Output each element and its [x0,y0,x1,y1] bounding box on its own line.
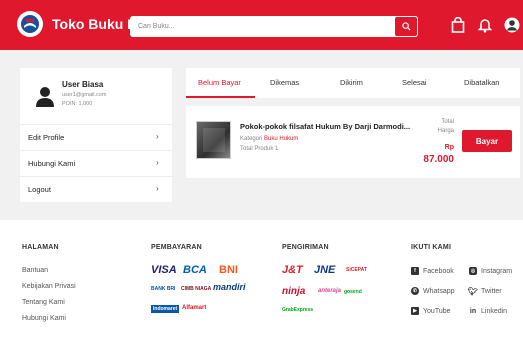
footer-link-hubungi-kami[interactable]: Hubungi Kami [22,315,66,322]
footer-link-bantuan[interactable]: Bantuan [22,267,48,274]
footer-heading-pembayaran: PEMBAYARAN [151,244,202,251]
facebook-icon: f [411,267,419,275]
tab-dikirim[interactable]: Dikirim [340,78,363,87]
linkedin-icon: in [469,307,477,315]
search-input[interactable] [138,19,378,34]
user-name: User Biasa [62,80,104,89]
menu-item-label: Hubungi Kami [28,159,76,168]
jne-logo: JNE [314,264,336,276]
tab-dikemas[interactable]: Dikemas [270,78,299,87]
profile-card: User Biasa user1@gmail.com POIN: 1,000 E… [20,68,172,202]
bri-logo: BANK BRI [151,286,176,292]
mandiri-logo: mandiri [213,282,246,292]
store-logo[interactable] [17,11,43,37]
menu-item-logout[interactable]: Logout › [20,176,172,202]
menu-item-edit-profile[interactable]: Edit Profile › [20,124,172,150]
total-label-line2: Harga [437,128,454,134]
pay-button[interactable]: Bayar [462,130,512,152]
product-category: Kategori Buku Hukum [240,136,298,142]
total-price: 87.000 [423,154,454,165]
jnt-logo: J&T [282,264,303,276]
menu-item-label: Logout [28,185,51,194]
product-quantity: Total Produk 1 [240,146,279,152]
social-label: Whatsapp [423,287,455,295]
twitter-icon: 🐦︎ [467,286,479,296]
visa-logo: VISA [151,264,177,276]
active-tab-indicator [186,96,255,98]
order-card: Pokok-pokok filsafat Hukum By Darji Darm… [186,106,520,178]
youtube-icon: ▶ [411,307,419,315]
avatar [35,86,55,108]
footer-link-tentang-kami[interactable]: Tentang Kami [22,299,65,306]
social-label: Linkedin [481,307,508,315]
footer: HALAMAN Bantuan Kebijakan Privasi Tentan… [0,220,523,338]
tab-dibatalkan[interactable]: Dibatalkan [464,78,499,87]
product-title[interactable]: Pokok-pokok filsafat Hukum By Darji Darm… [240,122,410,131]
top-header: Toko Buku Budi [0,0,523,50]
currency-label: Rp [444,144,454,151]
footer-link-kebijakan-privasi[interactable]: Kebijakan Privasi [22,283,76,290]
search-icon [401,22,411,31]
search-button[interactable] [394,16,418,37]
cimb-logo: CIMB NIAGA [181,286,212,292]
category-label: Kategori [240,136,263,142]
bni-logo: BNI [219,264,238,276]
footer-heading-pengiriman: PENGIRIMAN [282,244,329,251]
menu-item-hubungi-kami[interactable]: Hubungi Kami › [20,150,172,176]
social-youtube[interactable]: ▶ YouTube [411,307,451,315]
tab-belum-bayar[interactable]: Belum Bayar [198,78,241,87]
bca-logo: BCA [183,264,207,276]
social-label: Twitter [481,287,502,295]
footer-heading-ikuti-kami: IKUTI KAMI [411,244,452,251]
ninja-logo: ninja [282,286,306,297]
book-cover-image[interactable] [196,121,231,159]
user-points: POIN: 1,000 [62,101,93,107]
social-whatsapp[interactable]: ✆ Whatsapp [411,287,455,295]
footer-heading-halaman: HALAMAN [22,244,59,251]
anteraja-logo: anteraja [318,288,342,294]
social-facebook[interactable]: f Facebook [411,267,454,275]
indomaret-logo: Indomaret [151,305,180,313]
shopping-bag-icon[interactable] [449,15,467,35]
gosend-logo: gosend [344,289,362,295]
sicepat-logo: SiCEPAT [346,267,367,273]
social-label: YouTube [423,307,451,315]
social-label: Facebook [423,267,454,275]
chevron-right-icon: › [156,184,159,193]
social-label: Instagram [481,267,513,275]
total-price-label: Total Harga [414,118,454,136]
whatsapp-icon: ✆ [411,287,419,295]
tab-selesai[interactable]: Selesai [402,78,427,87]
chevron-right-icon: › [156,158,159,167]
alfamart-logo: Alfamart [182,305,207,311]
instagram-icon: ◎ [469,267,477,275]
category-value: Buku Hukum [264,136,299,142]
bell-icon[interactable] [476,15,494,35]
total-label-line1: Total [441,119,454,125]
social-instagram[interactable]: ◎ Instagram [469,267,512,275]
user-avatar-icon[interactable] [503,15,521,35]
search-bar [130,16,418,37]
order-status-tabs: Belum Bayar Dikemas Dikirim Selesai Diba… [186,68,520,98]
menu-item-label: Edit Profile [28,133,65,142]
social-twitter[interactable]: 🐦︎ Twitter [467,286,502,296]
social-linkedin[interactable]: in Linkedin [469,307,507,315]
chevron-right-icon: › [156,132,159,141]
grab-express-logo: GrabExpress [282,307,314,313]
user-email: user1@gmail.com [62,92,107,98]
